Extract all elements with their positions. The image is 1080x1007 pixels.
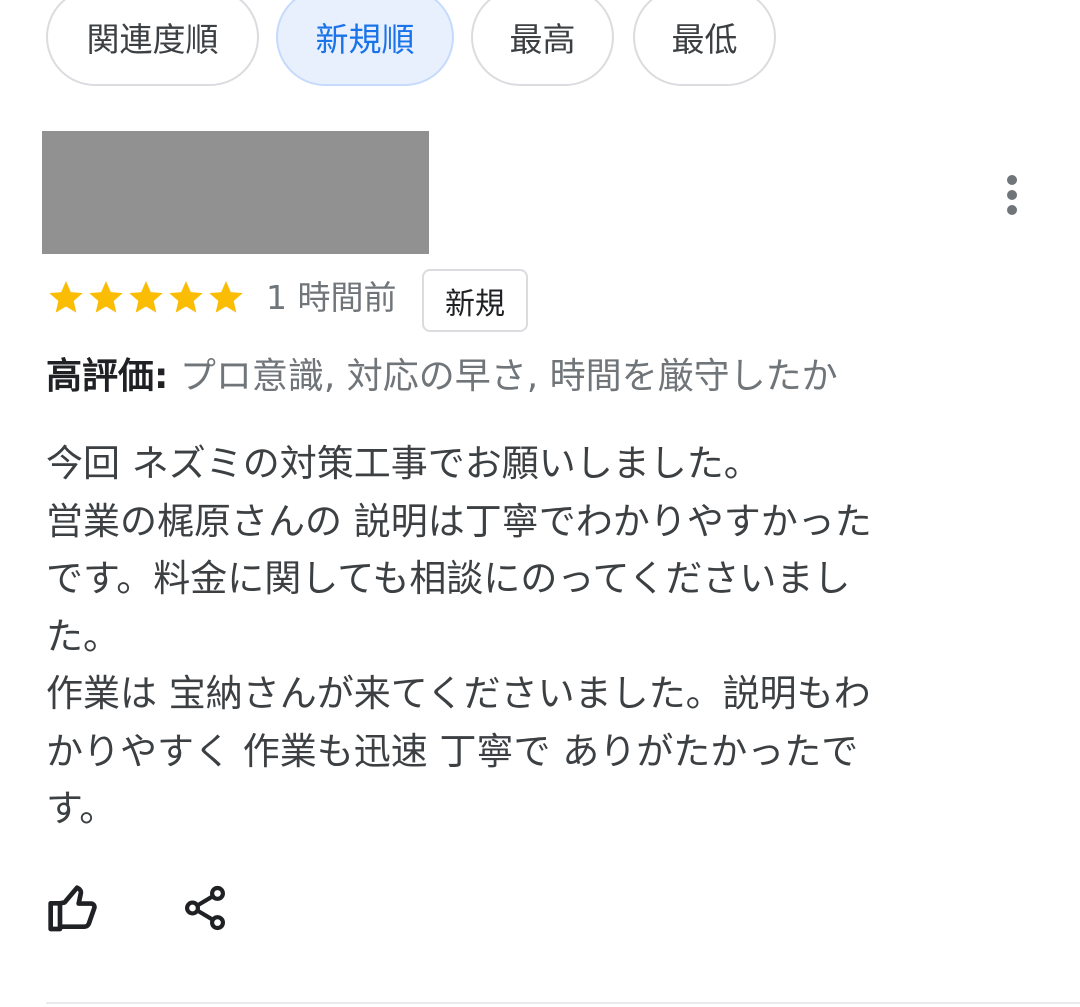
highlights-value: プロ意識, 対応の早さ, 時間を厳守したか bbox=[168, 356, 838, 397]
like-button[interactable] bbox=[46, 880, 102, 936]
star-icon bbox=[209, 281, 243, 313]
review-text-line: です。料金に関しても相談にのってくださいまし bbox=[46, 557, 851, 600]
divider bbox=[46, 1002, 1080, 1004]
more-vertical-icon[interactable] bbox=[990, 167, 1036, 223]
review-text-line: た。 bbox=[46, 614, 120, 658]
review-text: 今回 ネズミの対策工事でお願いしました。 営業の梶原さんの 説明は丁寧でわかりや… bbox=[46, 435, 951, 838]
thumbs-up-icon bbox=[48, 885, 97, 932]
sort-chip-newest[interactable]: 新規順 bbox=[276, 0, 454, 86]
highlights-label: 高評価: bbox=[46, 356, 169, 397]
star-icon bbox=[89, 281, 123, 313]
sort-chip-relevance[interactable]: 関連度順 bbox=[46, 0, 259, 86]
redacted-reviewer-name bbox=[42, 131, 429, 254]
review-text-line: 営業の梶原さんの 説明は丁寧でわかりやすかった bbox=[46, 499, 872, 543]
share-button[interactable] bbox=[180, 880, 230, 936]
review-text-line: かりやすく 作業も迅速 丁寧で ありがたかったで bbox=[46, 729, 859, 773]
review-text-line: 今回 ネズミの対策工事でお願いしました。 bbox=[46, 442, 761, 485]
review-time: 1 時間前 bbox=[266, 278, 397, 317]
star-rating bbox=[46, 272, 246, 322]
star-icon bbox=[169, 281, 203, 313]
share-icon bbox=[185, 885, 225, 931]
review-page: 関連度順 新規順 最高 最低 1 時間前 新規 高評価: プロ意識, 対応の早さ… bbox=[0, 0, 1080, 1007]
review-text-line: 作業は 宝納さんが来てくださいました。説明もわ bbox=[46, 672, 871, 715]
sort-chip-highest[interactable]: 最高 bbox=[471, 0, 614, 86]
review-text-line: す。 bbox=[46, 787, 117, 830]
star-icon bbox=[49, 281, 83, 313]
new-badge: 新規 bbox=[422, 269, 528, 332]
sort-chip-lowest[interactable]: 最低 bbox=[633, 0, 776, 86]
star-icon bbox=[129, 281, 163, 313]
review-highlights: 高評価: プロ意識, 対応の早さ, 時間を厳守したか bbox=[46, 352, 838, 402]
